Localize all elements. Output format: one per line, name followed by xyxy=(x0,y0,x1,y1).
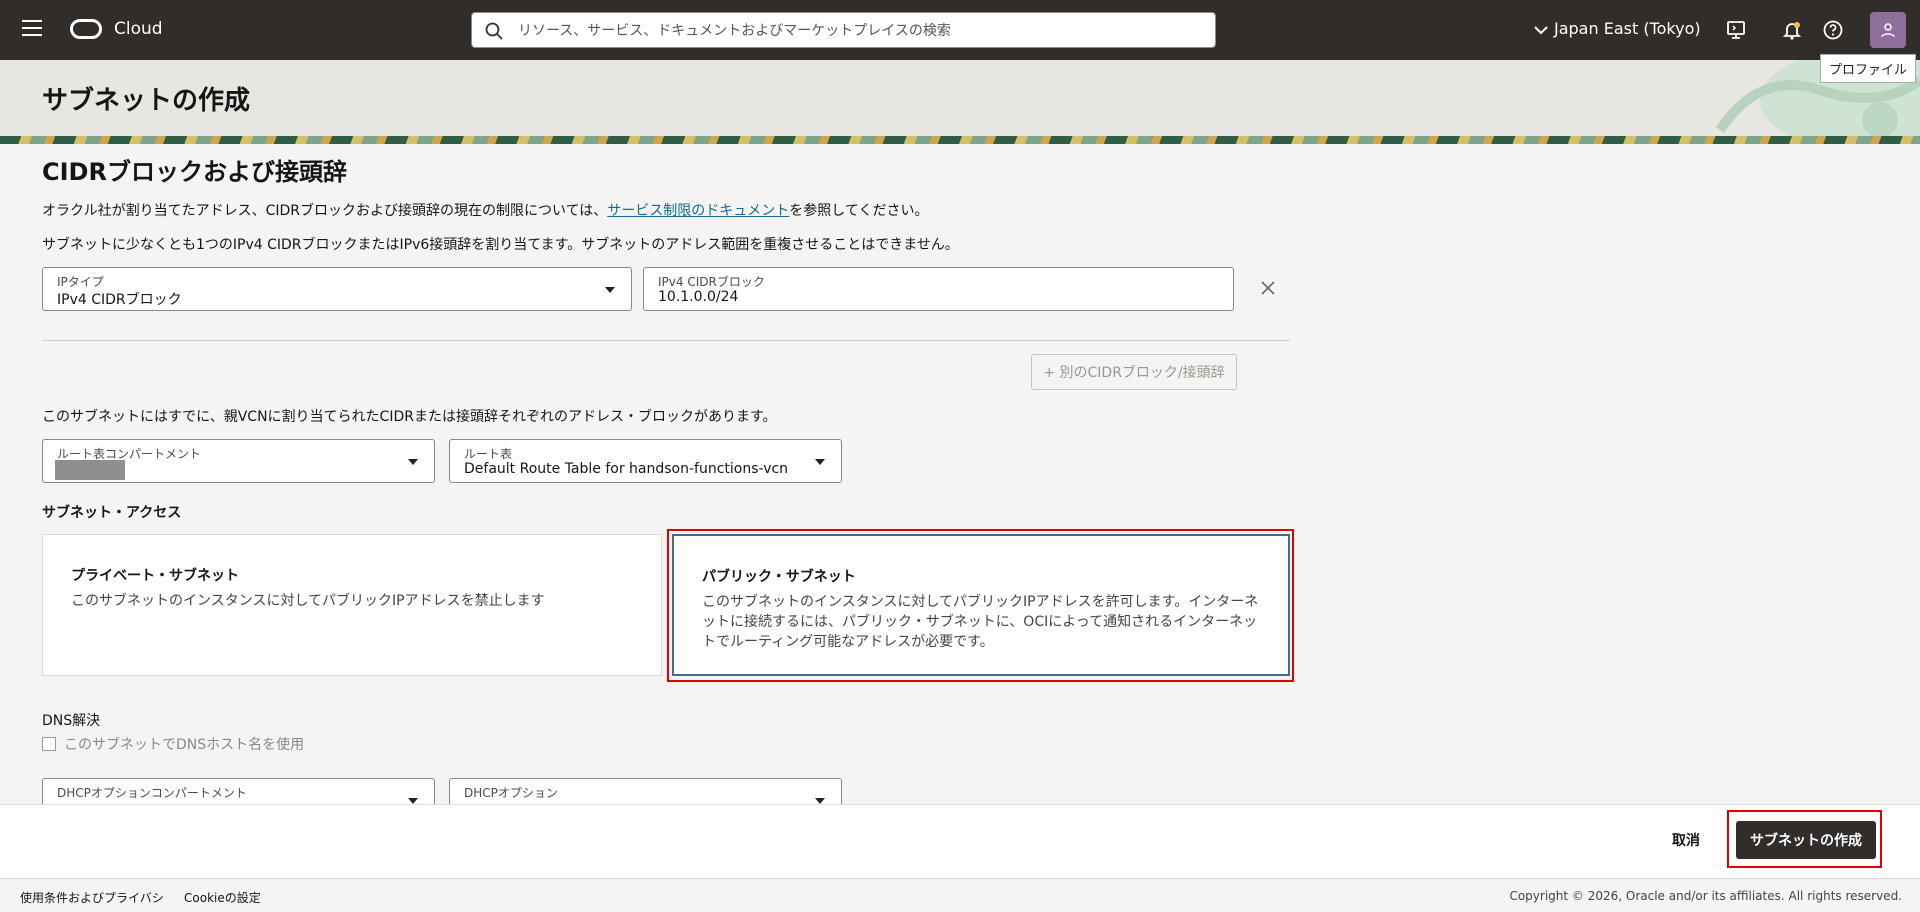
cidr-limits-note: オラクル社が割り当てたアドレス、CIDRブロックおよび接頭辞の現在の制限について… xyxy=(42,200,928,220)
ipv4-cidr-input[interactable]: IPv4 CIDRブロック 10.1.0.0/24 xyxy=(643,267,1234,311)
redacted-value xyxy=(55,460,125,480)
ip-type-label: IPタイプ xyxy=(57,275,104,289)
region-label: Japan East (Tokyo) xyxy=(1554,19,1701,38)
subnet-form: CIDRブロックおよび接頭辞 オラクル社が割り当てたアドレス、CIDRブロックお… xyxy=(0,144,1920,804)
brand-label[interactable]: Cloud xyxy=(114,19,163,39)
caret-down-icon xyxy=(605,287,615,293)
top-navigation-bar: Cloud Japan East (Tokyo) xyxy=(0,0,1920,60)
copyright-text: Copyright © 2026, Oracle and/or its affi… xyxy=(1509,889,1902,903)
ip-type-value: IPv4 CIDRブロック xyxy=(57,292,182,308)
oracle-logo-icon[interactable] xyxy=(70,19,102,39)
service-limits-link[interactable]: サービス制限のドキュメント xyxy=(607,203,789,219)
dhcp-compartment-label: DHCPオプションコンパートメント xyxy=(57,786,247,800)
profile-tooltip: プロファイル xyxy=(1820,54,1917,83)
global-search[interactable] xyxy=(471,12,1216,48)
subnet-access-label: サブネット・アクセス xyxy=(42,505,182,521)
notifications-bell-icon[interactable] xyxy=(1781,19,1803,41)
note-text: オラクル社が割り当てたアドレス、CIDRブロックおよび接頭辞の現在の制限について… xyxy=(42,203,608,219)
public-subnet-description: このサブネットのインスタンスに対してパブリックIPアドレスを許可します。インター… xyxy=(702,594,1259,650)
chevron-down-icon xyxy=(1534,25,1548,34)
caret-down-icon xyxy=(408,459,418,465)
page-header: サブネットの作成 xyxy=(0,60,1920,140)
dns-hostnames-checkbox[interactable] xyxy=(42,737,56,751)
private-subnet-option[interactable]: プライベート・サブネット このサブネットのインスタンスに対してパブリックIPアド… xyxy=(42,534,662,676)
ip-type-select[interactable]: IPタイプ IPv4 CIDRブロック xyxy=(42,267,632,311)
developer-tools-icon[interactable] xyxy=(1725,19,1747,41)
private-subnet-title: プライベート・サブネット xyxy=(71,568,239,584)
existing-blocks-note: このサブネットにはすでに、親VCNに割り当てられたCIDRまたは接頭辞それぞれの… xyxy=(42,409,777,425)
route-table-value: Default Route Table for handson-function… xyxy=(464,461,789,477)
private-subnet-description: このサブネットのインスタンスに対してパブリックIPアドレスを禁止します xyxy=(71,593,545,609)
note-text-end: を参照してください。 xyxy=(789,203,929,219)
profile-avatar[interactable] xyxy=(1870,12,1906,48)
divider xyxy=(42,340,1290,341)
route-table-compartment-select[interactable]: ルート表コンパートメント xyxy=(42,439,435,483)
dhcp-options-select[interactable]: DHCPオプション xyxy=(449,778,842,804)
user-icon xyxy=(1881,23,1895,38)
cancel-button[interactable]: 取消 xyxy=(1666,829,1706,851)
page-footer: 使用条件およびプライバシ Cookieの設定 Copyright © 2026,… xyxy=(0,878,1920,912)
dns-resolution-label: DNS解決 xyxy=(42,713,101,729)
region-selector[interactable]: Japan East (Tokyo) xyxy=(1534,19,1701,38)
dns-hostnames-label: このサブネットでDNSホスト名を使用 xyxy=(64,737,305,753)
page-title: サブネットの作成 xyxy=(42,86,251,116)
public-subnet-option[interactable]: パブリック・サブネット このサブネットのインスタンスに対してパブリックIPアドレ… xyxy=(672,534,1290,676)
add-cidr-button[interactable]: + 別のCIDRブロック/接頭辞 xyxy=(1031,354,1237,390)
cidr-description: サブネットに少なくとも1つのIPv4 CIDRブロックまたはIPv6接頭辞を割り… xyxy=(42,237,959,253)
decorative-band xyxy=(0,136,1920,144)
cookie-settings-link[interactable]: Cookieの設定 xyxy=(184,889,261,906)
create-subnet-button[interactable]: サブネットの作成 xyxy=(1736,821,1876,859)
caret-down-icon xyxy=(815,459,825,465)
terms-privacy-link[interactable]: 使用条件およびプライバシ xyxy=(20,889,164,906)
search-input[interactable] xyxy=(516,19,1200,43)
action-bar: 取消 サブネットの作成 xyxy=(0,804,1920,879)
dhcp-options-label: DHCPオプション xyxy=(464,786,558,800)
ipv4-cidr-label: IPv4 CIDRブロック xyxy=(658,275,765,289)
help-icon[interactable] xyxy=(1822,19,1844,41)
ipv4-cidr-value: 10.1.0.0/24 xyxy=(658,289,739,305)
route-table-select[interactable]: ルート表 Default Route Table for handson-fun… xyxy=(449,439,842,483)
public-subnet-title: パブリック・サブネット xyxy=(702,569,856,585)
cidr-section-heading: CIDRブロックおよび接頭辞 xyxy=(42,158,347,186)
hamburger-menu-icon[interactable] xyxy=(22,20,42,36)
dhcp-compartment-select[interactable]: DHCPオプションコンパートメント xyxy=(42,778,435,804)
route-table-label: ルート表 xyxy=(464,447,513,461)
remove-cidr-close-icon[interactable] xyxy=(1258,278,1278,298)
search-icon xyxy=(485,22,503,40)
